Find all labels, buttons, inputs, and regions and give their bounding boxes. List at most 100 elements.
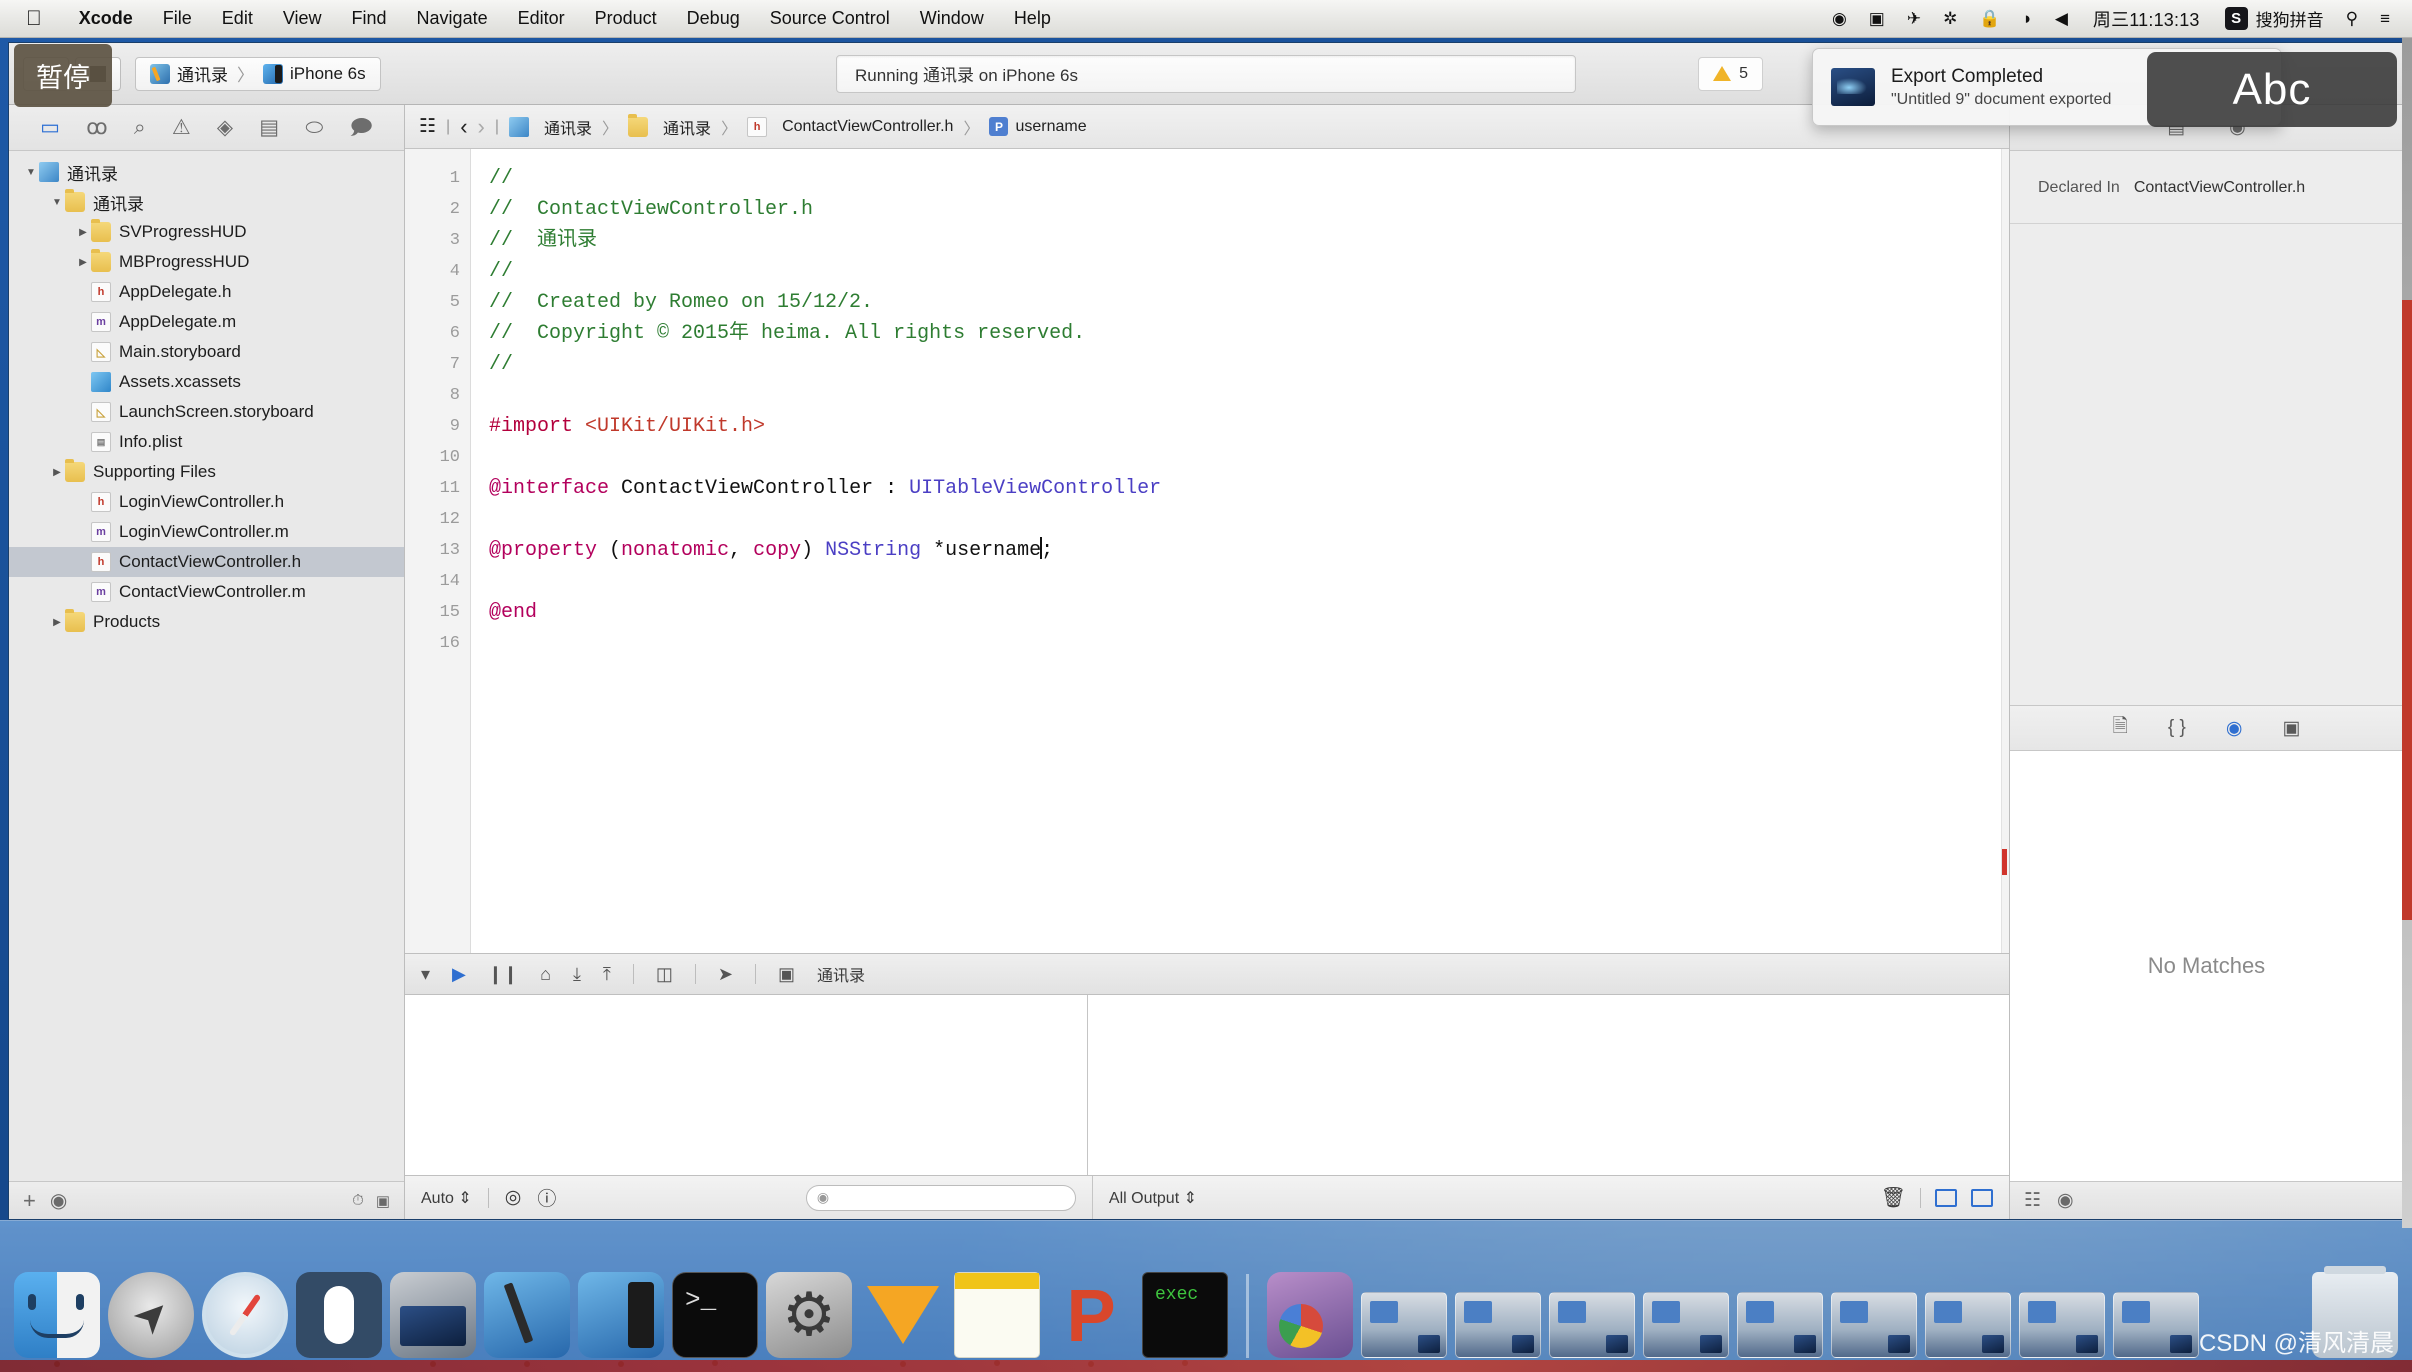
tree-item-MBProgressHUD[interactable]: MBProgressHUD — [9, 247, 404, 277]
grid-icon[interactable]: ☷ — [2024, 1189, 2041, 1212]
dock-minimized-window[interactable] — [1643, 1292, 1729, 1358]
volume-icon[interactable]: ◀ — [2044, 9, 2079, 29]
code-line[interactable]: // Copyright © 2015年 heima. All rights r… — [489, 318, 2009, 349]
console-output-selector[interactable]: All Output ⇕ — [1109, 1188, 1197, 1208]
code-line[interactable]: // — [489, 163, 2009, 194]
media-library-tab[interactable]: ▣ — [2282, 717, 2300, 740]
bluetooth-icon[interactable]: ✲ — [1932, 9, 1968, 29]
tree-item-LoginViewController.m[interactable]: m LoginViewController.m — [9, 517, 404, 547]
apple-menu-icon[interactable]:  — [26, 8, 42, 29]
code-line[interactable] — [489, 566, 2009, 597]
code-line[interactable] — [489, 628, 2009, 659]
disclosure-triangle-icon[interactable] — [49, 467, 65, 478]
menu-item-editor[interactable]: Editor — [503, 8, 580, 29]
test-navigator-tab[interactable]: ◈ — [217, 117, 233, 138]
dock-minimized-window[interactable] — [1925, 1292, 2011, 1358]
dock-item-xcode-simulator[interactable] — [578, 1272, 664, 1367]
code-line[interactable]: // Created by Romeo on 15/12/2. — [489, 287, 2009, 318]
tree-item-LoginViewController.h[interactable]: h LoginViewController.h — [9, 487, 404, 517]
file-template-library-tab[interactable]: 🗎 — [2113, 712, 2128, 744]
tree-item-SupportingFiles[interactable]: Supporting Files — [9, 457, 404, 487]
dock-item-paintcode[interactable] — [1048, 1272, 1134, 1367]
code-line[interactable]: #import <UIKit/UIKit.h> — [489, 411, 2009, 442]
dock-item-quicktime[interactable] — [390, 1272, 476, 1367]
tree-item-AppDelegate.h[interactable]: h AppDelegate.h — [9, 277, 404, 307]
report-navigator-tab[interactable]: 🗩 — [350, 117, 373, 138]
variables-pane-toggle[interactable] — [1935, 1188, 1957, 1207]
airplay-icon[interactable]: ✈ — [1896, 9, 1932, 29]
info-icon[interactable]: ⓘ — [537, 1184, 556, 1211]
object-library-tab[interactable]: ◉ — [2226, 717, 2243, 740]
disclosure-triangle-icon[interactable] — [23, 167, 39, 178]
code-line[interactable]: // 通讯录 — [489, 225, 2009, 256]
step-out-icon[interactable]: ⤒ — [603, 964, 611, 985]
related-items-icon[interactable]: ☷ — [419, 115, 436, 138]
source-editor[interactable]: 1 2 3 4 5 6 7 8 9 10 11 12 13 14 15 16 //// ContactView… — [405, 149, 2009, 953]
dock-item-chrome[interactable] — [1267, 1272, 1353, 1358]
code-line[interactable]: @property (nonatomic, copy) NSString *us… — [489, 535, 2009, 566]
tree-item-LaunchScreen.storyboard[interactable]: ◺ LaunchScreen.storyboard — [9, 397, 404, 427]
tree-item-Products[interactable]: Products — [9, 607, 404, 637]
menu-item-product[interactable]: Product — [580, 8, 672, 29]
step-into-icon[interactable]: ⤓ — [573, 964, 581, 985]
menu-item-edit[interactable]: Edit — [207, 8, 268, 29]
menu-item-file[interactable]: File — [148, 8, 207, 29]
code-line[interactable]: // ContactViewController.h — [489, 194, 2009, 225]
source-control-filter-icon[interactable]: ▣ — [376, 1192, 390, 1210]
tree-item-Assets.xcassets[interactable]: Assets.xcassets — [9, 367, 404, 397]
menu-item-view[interactable]: View — [268, 8, 337, 29]
tree-item-[interactable]: 通讯录 — [9, 187, 404, 217]
dock-minimized-window[interactable] — [1831, 1292, 1917, 1358]
disclosure-triangle-icon[interactable] — [75, 257, 91, 268]
tree-item-ContactViewController.m[interactable]: m ContactViewController.m — [9, 577, 404, 607]
lock-icon[interactable]: 🔒 — [1968, 9, 2011, 29]
menu-item-debug[interactable]: Debug — [672, 8, 755, 29]
breadcrumb-item-0[interactable]: 通讯录 — [509, 115, 592, 139]
dock-minimized-window[interactable] — [2019, 1292, 2105, 1358]
code-line[interactable] — [489, 442, 2009, 473]
dock-item-safari[interactable] — [202, 1272, 288, 1358]
code-line[interactable] — [489, 380, 2009, 411]
scheme-selector[interactable]: 通讯录 〉 iPhone 6s — [135, 56, 381, 91]
dropbox-icon[interactable]: ◉ — [1821, 9, 1858, 29]
tree-item-AppDelegate.m[interactable]: m AppDelegate.m — [9, 307, 404, 337]
source-control-navigator-tab[interactable]: ꚙ — [86, 117, 107, 138]
breakpoint-navigator-tab[interactable]: ⬭ — [305, 117, 323, 138]
screen-recording-icon[interactable]: ▣ — [1858, 9, 1896, 29]
continue-icon[interactable]: ▶ — [452, 964, 466, 985]
dock-item-finder[interactable] — [14, 1272, 100, 1367]
disclosure-triangle-icon[interactable] — [75, 227, 91, 238]
dock-item-terminal[interactable] — [672, 1272, 758, 1366]
editor-scroll-track[interactable] — [2001, 149, 2009, 953]
dock-item-xcode[interactable] — [484, 1272, 570, 1367]
variables-view[interactable] — [405, 995, 1089, 1175]
console-view[interactable] — [1088, 995, 2009, 1175]
simulate-location-icon[interactable]: ➤ — [718, 964, 733, 985]
input-method-indicator[interactable]: S 搜狗拼音 — [2214, 6, 2335, 31]
menu-item-source-control[interactable]: Source Control — [755, 8, 905, 29]
tree-item-SVProgressHUD[interactable]: SVProgressHUD — [9, 217, 404, 247]
breadcrumb-item-3[interactable]: Pusername — [989, 117, 1087, 136]
symbol-navigator-tab[interactable]: ⌕ — [134, 117, 146, 138]
view-hierarchy-icon[interactable]: ◫ — [656, 964, 673, 985]
variables-scope-selector[interactable]: Auto ⇕ — [421, 1188, 472, 1208]
dock-item-notes[interactable] — [954, 1272, 1040, 1366]
menu-bar-clock[interactable]: 周三11:13:13 — [2079, 6, 2214, 32]
menu-item-navigate[interactable]: Navigate — [402, 8, 503, 29]
warning-count-badge[interactable]: 5 — [1698, 56, 1763, 91]
breadcrumb-item-1[interactable]: 通讯录 — [628, 113, 711, 139]
watch-icon[interactable]: ◎ — [505, 1186, 522, 1209]
tree-item-[interactable]: 通讯录 — [9, 157, 404, 187]
dock-minimized-window[interactable] — [1361, 1292, 1447, 1358]
code-line[interactable]: @end — [489, 597, 2009, 628]
dock-item-sketch[interactable] — [860, 1272, 946, 1367]
library-filter-icon[interactable]: ◉ — [2057, 1189, 2074, 1212]
pause-icon[interactable]: ❙❙ — [488, 964, 518, 985]
console-pane-toggle[interactable] — [1971, 1188, 1993, 1207]
hide-debug-area-icon[interactable]: ▾ — [421, 964, 430, 985]
recent-files-filter-icon[interactable]: ⏱ — [352, 1192, 364, 1210]
dock-item-mouse-utility[interactable] — [296, 1272, 382, 1358]
forward-button[interactable]: › — [478, 114, 485, 140]
spotlight-search-icon[interactable]: ⚲ — [2335, 9, 2369, 29]
project-navigator-tab[interactable]: ▭ — [40, 117, 60, 138]
